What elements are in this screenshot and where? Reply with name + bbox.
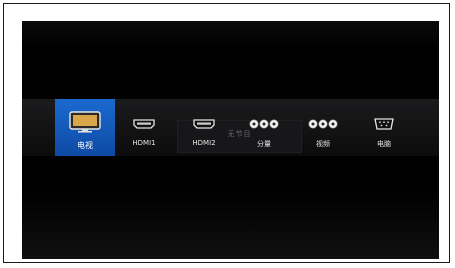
hdmi-port-icon bbox=[133, 119, 155, 129]
source-hdmi1[interactable]: HDMI1 bbox=[120, 99, 168, 156]
source-pc[interactable]: 电脑 bbox=[360, 99, 408, 156]
source-hdmi2[interactable]: HDMI2 bbox=[180, 99, 228, 156]
source-label-video: 视频 bbox=[316, 140, 330, 148]
screenshot-frame: 无节目 电视 HDMI1 HDMI2 分量 视频 电脑 bbox=[3, 3, 450, 263]
hdmi-port-icon bbox=[193, 119, 215, 129]
source-label-pc: 电脑 bbox=[377, 140, 391, 148]
tv-screen: 无节目 电视 HDMI1 HDMI2 分量 视频 电脑 bbox=[22, 21, 439, 259]
source-label-hdmi2: HDMI2 bbox=[192, 139, 216, 147]
top-shade bbox=[22, 21, 439, 49]
source-label-hdmi1: HDMI1 bbox=[132, 139, 156, 147]
source-video[interactable]: 视频 bbox=[298, 99, 348, 156]
bottom-shade bbox=[22, 189, 439, 259]
source-component[interactable]: 分量 bbox=[239, 99, 289, 156]
av-rca-icon bbox=[308, 119, 338, 129]
source-tv[interactable]: 电视 bbox=[55, 99, 115, 156]
source-label-component: 分量 bbox=[257, 140, 271, 148]
component-rca-icon bbox=[249, 119, 279, 129]
source-label-tv: 电视 bbox=[77, 141, 93, 150]
tv-icon bbox=[69, 111, 101, 133]
vga-port-icon bbox=[374, 118, 394, 130]
